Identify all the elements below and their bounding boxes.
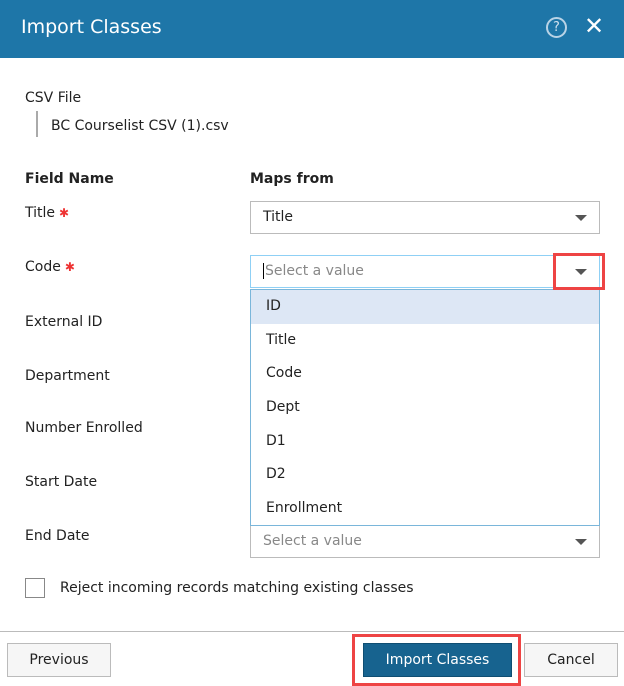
end-date-select[interactable]: Select a value [250,525,600,558]
dropdown-list: ID Title Code Dept D1 D2 Enrollment [250,289,600,526]
dialog-title: Import Classes [21,16,162,38]
divider [36,111,38,137]
dialog-header: Import Classes ? ✕ [0,0,624,58]
reject-label: Reject incoming records matching existin… [60,580,414,596]
field-label-number-enrolled: Number Enrolled [25,420,143,436]
csv-file-label: CSV File [25,90,82,106]
dropdown-option[interactable]: Code [251,357,599,391]
dropdown-option[interactable]: ID [251,290,599,324]
previous-button[interactable]: Previous [7,643,111,677]
help-icon[interactable]: ? [546,17,567,38]
dropdown-option[interactable]: Title [251,324,599,358]
required-icon: ✱ [64,260,75,274]
field-label-external-id: External ID [25,314,103,330]
code-select[interactable]: Select a value [250,255,600,288]
field-label-start-date: Start Date [25,474,98,490]
required-icon: ✱ [59,206,70,220]
chevron-down-icon[interactable] [575,215,587,221]
maps-from-header: Maps from [250,171,334,187]
dropdown-option[interactable]: D2 [251,458,599,492]
dropdown-option[interactable]: D1 [251,425,599,459]
footer-divider [0,631,624,632]
dropdown-option[interactable]: Dept [251,391,599,425]
highlight-box [553,253,605,290]
selected-value: Title [263,209,294,225]
dropdown-option[interactable]: Enrollment [251,492,599,526]
import-classes-button[interactable]: Import Classes [363,643,512,677]
close-icon[interactable]: ✕ [584,12,604,40]
label-text: Code [25,259,61,275]
chevron-down-icon[interactable] [575,539,587,545]
field-label-department: Department [25,368,110,384]
field-label-code: Code ✱ [25,259,75,275]
cancel-button[interactable]: Cancel [524,643,618,677]
field-label-end-date: End Date [25,528,90,544]
label-text: Title [25,205,56,221]
placeholder: Select a value [263,263,364,279]
field-label-title: Title ✱ [25,205,69,221]
placeholder: Select a value [263,533,362,549]
title-select[interactable]: Title [250,201,600,234]
csv-file-name: BC Courselist CSV (1).csv [51,118,229,134]
reject-checkbox[interactable] [25,578,45,598]
field-name-header: Field Name [25,171,114,187]
